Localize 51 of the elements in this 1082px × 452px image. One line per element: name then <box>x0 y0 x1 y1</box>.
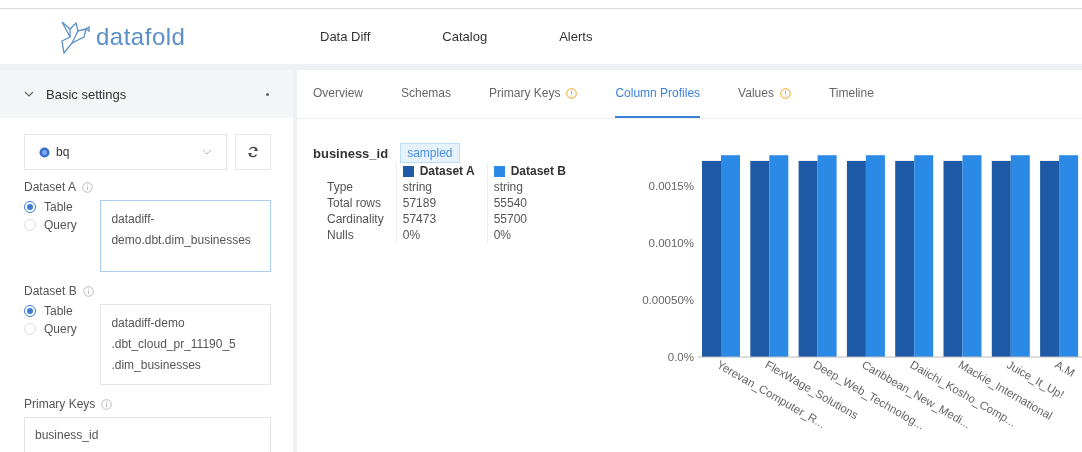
radio-option[interactable]: Table <box>24 304 93 318</box>
tab[interactable]: Primary Keys <box>489 70 578 118</box>
radio-option[interactable]: Query <box>24 322 93 336</box>
row-label: Type <box>321 179 397 195</box>
tab[interactable]: Schemas <box>401 70 452 118</box>
legend-label: Dataset A <box>419 164 475 178</box>
section-header[interactable]: Basic settings <box>0 70 293 118</box>
y-axis-label: 0.0015% <box>648 180 694 192</box>
sampled-tag: sampled <box>400 143 460 163</box>
primary-keys-field[interactable]: business_id <box>24 417 271 452</box>
table-cell: 0% <box>396 227 488 243</box>
table-name-field[interactable]: datadiff-demo.dbt.dim_businesses <box>100 200 271 272</box>
table-cell: 55700 <box>487 211 578 227</box>
field-label: Dataset B <box>24 284 77 298</box>
tab[interactable]: Timeline <box>828 70 874 118</box>
legend-label: Dataset B <box>510 164 566 178</box>
tab[interactable]: Values <box>738 70 791 118</box>
table-cell: string <box>487 179 578 195</box>
source-select[interactable]: bq <box>24 134 227 170</box>
nav-link[interactable]: Alerts <box>559 23 593 50</box>
radio-option[interactable]: Table <box>24 200 93 214</box>
row-label: Cardinality <box>321 211 397 227</box>
refresh-icon <box>247 146 259 158</box>
field-label: Primary Keys <box>24 397 96 411</box>
y-axis-label: 0.0010% <box>648 237 694 249</box>
nav-link[interactable]: Data Diff <box>320 23 371 50</box>
table-cell: 55540 <box>487 195 578 211</box>
column-name: business_id <box>313 145 389 161</box>
section-title: Basic settings <box>46 86 128 102</box>
database-icon <box>39 146 50 158</box>
dot-icon <box>266 92 269 96</box>
info-icon <box>82 181 94 193</box>
y-axis-label: 0.0% <box>667 351 694 363</box>
row-label: Nulls <box>321 227 397 243</box>
tab[interactable]: Column Profiles <box>615 70 701 118</box>
row-label: Total rows <box>321 195 397 211</box>
info-icon <box>82 285 94 297</box>
y-axis-label: 0.00050% <box>642 294 694 306</box>
radio-option[interactable]: Query <box>24 218 93 232</box>
table-cell: 0% <box>487 227 578 243</box>
table-cell: 57473 <box>396 211 488 227</box>
field-label: Dataset A <box>24 180 77 194</box>
tab[interactable]: Overview <box>313 70 363 118</box>
info-icon <box>101 398 113 410</box>
logo-text: datafold <box>96 22 186 51</box>
table-cell: 57189 <box>396 195 488 211</box>
table-cell: string <box>396 179 488 195</box>
nav-link[interactable]: Catalog <box>442 23 488 50</box>
table-name-field[interactable]: datadiff-demo .dbt_cloud_pr_11190_5 .dim_businesses <box>100 304 271 385</box>
caret-icon <box>202 149 212 155</box>
refresh-button[interactable] <box>235 134 271 170</box>
